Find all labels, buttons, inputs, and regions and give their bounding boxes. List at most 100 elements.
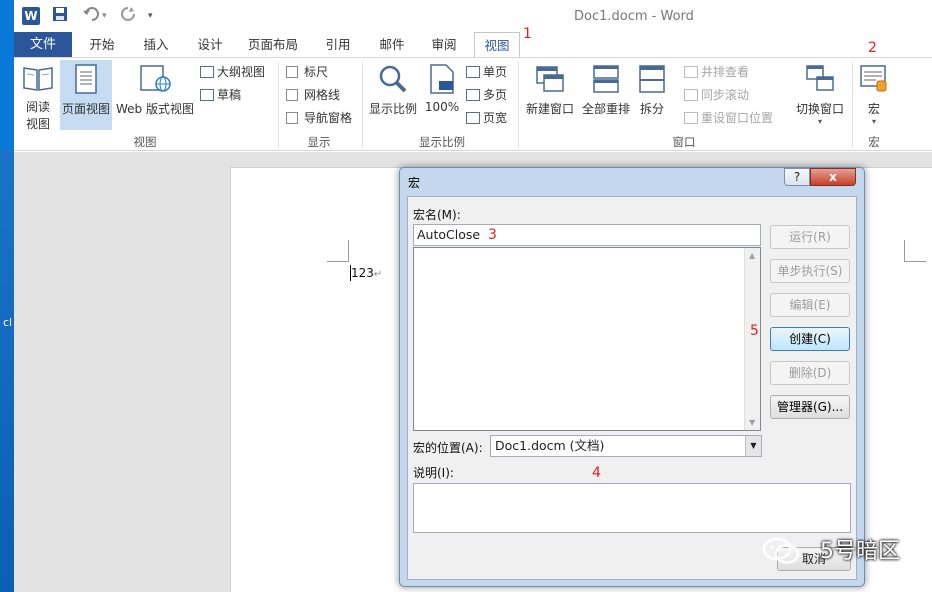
margin-corner-mark	[327, 240, 349, 262]
chevron-down-icon: ▾	[817, 117, 822, 126]
annotation-2: 2	[868, 40, 877, 56]
group-label-views: 视图	[133, 135, 157, 149]
outline-label: 大纲视图	[217, 65, 266, 79]
read-mode-label-line2: 视图	[25, 117, 50, 131]
macro-name-input[interactable]: AutoClose	[413, 224, 761, 246]
macros-button[interactable]: 宏 ▾	[856, 60, 892, 126]
redo-icon[interactable]	[120, 6, 136, 26]
run-button[interactable]: 运行(R)	[770, 225, 850, 249]
web-page-icon	[114, 64, 196, 97]
page-icon	[60, 64, 112, 97]
tab-layout[interactable]: 页面布局	[242, 32, 304, 57]
gridlines-label: 网格线	[304, 88, 341, 102]
dialog-body: 宏名(M): AutoClose 3 ▲ ▼ 运行(R) 单步执行(S) 编辑(…	[407, 196, 857, 580]
step-into-button[interactable]: 单步执行(S)	[770, 259, 850, 283]
new-window-label: 新建窗口	[525, 102, 574, 116]
list-scrollbar[interactable]: ▲ ▼	[744, 248, 760, 430]
nav-pane-checkbox[interactable]: 导航窗格	[286, 108, 352, 128]
multiple-pages-icon	[466, 89, 480, 101]
zoom-label: 显示比例	[368, 102, 417, 116]
undo-dropdown-icon[interactable]: ▾	[102, 11, 107, 21]
description-label: 说明(I):	[413, 466, 454, 480]
macros-label: 宏	[867, 102, 880, 116]
outline-button[interactable]: 大纲视图	[200, 62, 265, 82]
desktop-strip: cl	[0, 150, 14, 592]
margin-corner-mark	[904, 240, 926, 262]
side-by-side-icon	[684, 66, 698, 78]
one-page-button[interactable]: 单页	[466, 62, 507, 82]
macros-icon	[856, 64, 892, 97]
save-icon[interactable]	[52, 6, 68, 26]
web-layout-button[interactable]: Web 版式视图	[114, 60, 196, 117]
customize-icon[interactable]: ▾	[148, 11, 153, 21]
dialog-title: 宏	[408, 176, 421, 190]
draft-button[interactable]: 草稿	[200, 85, 241, 105]
one-page-icon	[466, 66, 480, 78]
side-by-side-button[interactable]: 并排查看	[684, 62, 749, 82]
draft-label: 草稿	[217, 88, 242, 102]
tab-view[interactable]: 视图	[474, 32, 520, 58]
tab-file[interactable]: 文件	[14, 32, 72, 57]
outline-icon	[200, 66, 214, 78]
sync-scroll-button[interactable]: 同步滚动	[684, 85, 749, 105]
undo-icon[interactable]	[82, 6, 102, 26]
tab-design[interactable]: 设计	[188, 32, 232, 57]
draft-icon	[200, 89, 214, 101]
page-width-label: 页宽	[483, 111, 508, 125]
multiple-pages-button[interactable]: 多页	[466, 85, 507, 105]
delete-button[interactable]: 删除(D)	[770, 361, 850, 385]
sync-scroll-icon	[684, 89, 698, 101]
new-window-button[interactable]: 新建窗口	[522, 60, 578, 117]
ruler-label: 标尺	[304, 65, 329, 79]
title-bar: W ▾ ▾ Doc1.docm - Word	[14, 0, 932, 32]
checkbox-icon	[286, 66, 298, 78]
group-separator	[278, 62, 279, 148]
switch-windows-button[interactable]: 切换窗口 ▾	[792, 60, 848, 126]
ruler-checkbox[interactable]: 标尺	[286, 62, 328, 82]
description-box	[413, 483, 851, 533]
sync-scroll-label: 同步滚动	[701, 88, 750, 102]
page-width-button[interactable]: 页宽	[466, 108, 507, 128]
reset-position-button[interactable]: 重设窗口位置	[684, 108, 773, 128]
wechat-logo-icon	[762, 537, 800, 564]
zoom-100-button[interactable]: 100%	[422, 60, 462, 114]
chevron-down-icon[interactable]: ▼	[745, 436, 761, 456]
tab-home[interactable]: 开始	[80, 32, 124, 57]
help-button[interactable]: ?	[784, 168, 810, 186]
tab-references[interactable]: 引用	[316, 32, 360, 57]
checkbox-icon	[286, 89, 298, 101]
close-button[interactable]: x	[810, 168, 856, 186]
print-layout-button[interactable]: 页面视图	[60, 60, 112, 130]
gridlines-checkbox[interactable]: 网格线	[286, 85, 340, 105]
scroll-up-icon[interactable]: ▲	[749, 251, 755, 260]
tab-insert[interactable]: 插入	[134, 32, 178, 57]
macro-list[interactable]: ▲ ▼	[413, 247, 761, 431]
page-100-icon	[422, 64, 462, 97]
group-label-window: 窗口	[672, 135, 696, 149]
macros-dialog: 宏 ? x 宏名(M): AutoClose 3 ▲ ▼ 运行(R) 单步执行(…	[399, 167, 865, 587]
group-label-zoom: 显示比例	[419, 135, 465, 149]
organizer-button[interactable]: 管理器(G)...	[770, 395, 850, 419]
macros-in-select[interactable]: Doc1.docm (文档) ▼	[490, 435, 762, 457]
reset-position-icon	[684, 112, 698, 124]
magnifier-icon	[366, 64, 420, 97]
arrange-all-button[interactable]: 全部重排	[578, 60, 634, 117]
nav-pane-label: 导航窗格	[304, 111, 353, 125]
group-label-show: 显示	[307, 135, 331, 149]
create-button[interactable]: 创建(C)	[770, 327, 850, 351]
scroll-down-icon[interactable]: ▼	[749, 418, 755, 427]
read-mode-label-line1: 阅读	[25, 100, 50, 114]
macros-in-value: Doc1.docm (文档)	[495, 438, 605, 453]
tab-review[interactable]: 审阅	[422, 32, 466, 57]
macro-name-label: 宏名(M):	[413, 208, 461, 222]
read-mode-button[interactable]: 阅读 视图	[18, 60, 58, 132]
page-width-icon	[466, 112, 480, 124]
print-layout-label: 页面视图	[61, 102, 110, 116]
split-button[interactable]: 拆分	[634, 60, 670, 117]
edit-button[interactable]: 编辑(E)	[770, 293, 850, 317]
side-by-side-label: 并排查看	[701, 65, 750, 79]
chevron-down-icon: ▾	[871, 117, 876, 126]
checkbox-icon	[286, 112, 298, 124]
zoom-button[interactable]: 显示比例	[366, 60, 420, 117]
tab-mailings[interactable]: 邮件	[370, 32, 414, 57]
